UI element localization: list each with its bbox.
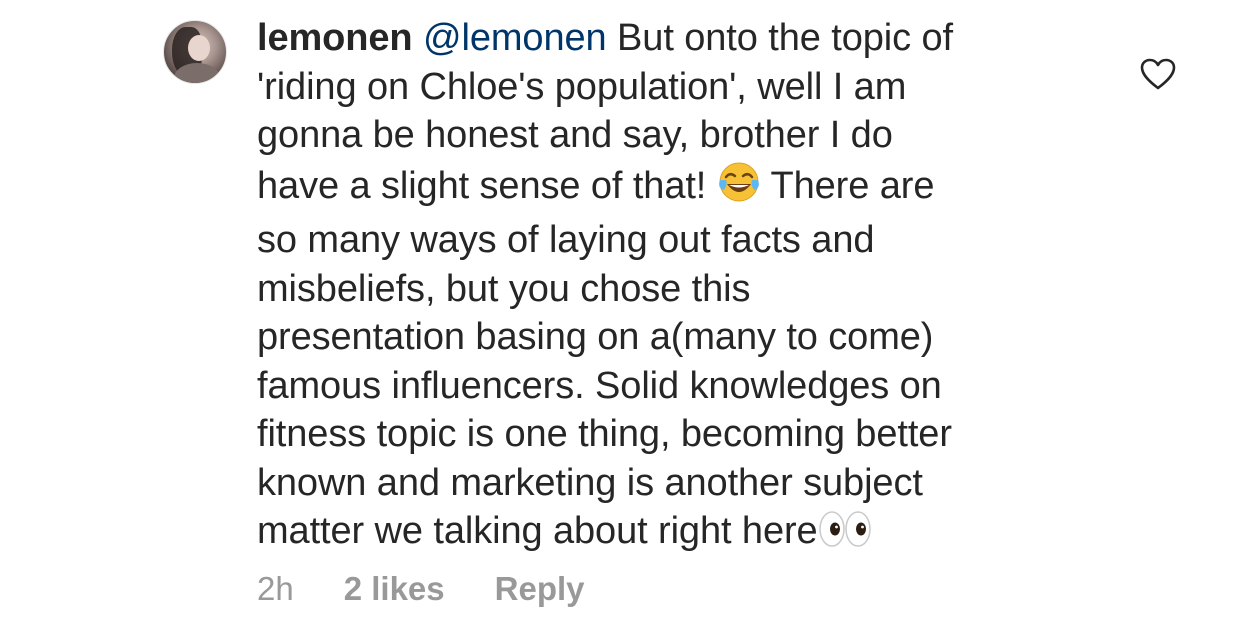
comment-line: misbeliefs, but you chose this <box>257 267 751 310</box>
avatar-shoulder <box>174 63 220 83</box>
comment-username[interactable]: lemonen <box>257 17 413 59</box>
comment-line: gonna be honest and say, brother I do <box>257 114 893 156</box>
comment-timestamp: 2h <box>257 570 294 607</box>
comment-line: matter we talking about right here <box>257 510 818 552</box>
comment-line: There are <box>760 164 935 207</box>
comment-mention[interactable]: @lemonen <box>423 17 607 59</box>
heart-icon[interactable] <box>1140 58 1176 90</box>
comment-meta: 2h 2 likes Reply <box>257 570 585 608</box>
avatar[interactable] <box>163 20 227 84</box>
likes-count-link[interactable]: 2 likes <box>344 570 445 608</box>
reply-button[interactable]: Reply <box>495 570 585 608</box>
comment-line: so many ways of laying out facts and <box>257 219 875 261</box>
comment: lemonen @lemonen But onto the topic of '… <box>0 0 1242 628</box>
comment-text: lemonen @lemonen But onto the topic of '… <box>257 14 1117 562</box>
comment-line: have a slight sense of that! <box>257 164 717 207</box>
comment-line: famous influencers. Solid knowledges on <box>257 364 942 407</box>
face-with-tears-of-joy-icon <box>717 160 761 217</box>
avatar-face <box>188 35 210 61</box>
comment-line: 'riding on Chloe's population', well I a… <box>257 65 907 108</box>
comment-line: presentation basing on a(many to come) <box>257 316 934 358</box>
comment-line: known and marketing is another subject <box>257 461 923 504</box>
comment-line: fitness topic is one thing, becoming bet… <box>257 413 952 455</box>
comment-line: But onto the topic of <box>606 17 953 59</box>
eyes-icon <box>818 509 872 562</box>
